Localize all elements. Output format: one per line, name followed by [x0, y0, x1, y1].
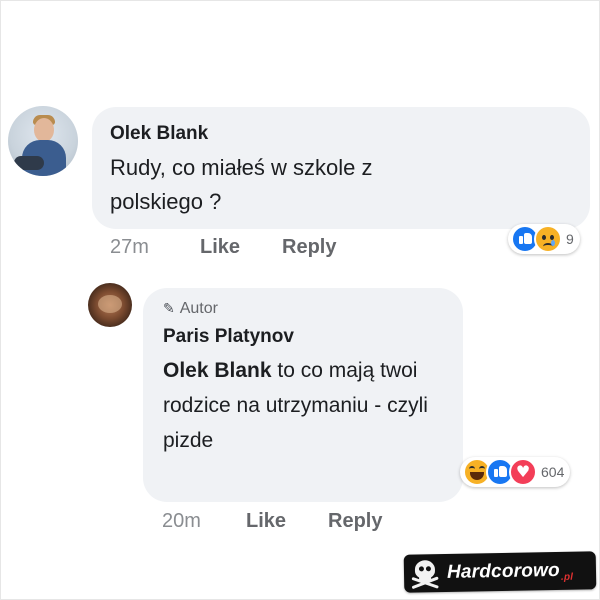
author-badge: ✎ Autor: [163, 300, 218, 318]
reaction-summary[interactable]: 9: [508, 224, 580, 254]
avatar-olek-blank[interactable]: [8, 106, 78, 176]
comment-timestamp[interactable]: 27m: [110, 236, 200, 259]
reply-author[interactable]: Paris Platynov: [163, 326, 294, 348]
author-badge-label: Autor: [179, 300, 218, 317]
comment-author[interactable]: Olek Blank: [110, 123, 208, 145]
reply-button[interactable]: Reply: [328, 510, 382, 533]
reaction-count: 9: [566, 231, 574, 247]
reply-actions: 20m Like Reply: [162, 510, 382, 533]
watermark-text: Hardcorowo.pl: [446, 559, 574, 583]
avatar-legs: [14, 156, 44, 170]
skull-icon: [411, 559, 439, 590]
mention-link[interactable]: Olek Blank: [163, 359, 272, 382]
avatar-face: [98, 295, 122, 313]
sad-icon: [534, 225, 562, 253]
reply-timestamp[interactable]: 20m: [162, 510, 246, 533]
comment-text: Rudy, co miałeś w szkole z polskiego ?: [110, 155, 373, 214]
like-button[interactable]: Like: [200, 236, 282, 259]
comment-bubble: Olek Blank Rudy, co miałeś w szkole z po…: [92, 107, 590, 229]
avatar-paris-platynov[interactable]: [88, 283, 132, 327]
watermark-logo: Hardcorowo.pl: [403, 551, 597, 593]
love-icon: [509, 458, 537, 486]
like-button[interactable]: Like: [246, 510, 328, 533]
reply-bubble: ✎ Autor Paris Platynov Olek Blank to co m…: [143, 288, 463, 502]
reaction-summary[interactable]: 604: [460, 457, 571, 487]
comment-actions: 27m Like Reply: [110, 236, 336, 259]
avatar-head: [34, 118, 54, 142]
reply-button[interactable]: Reply: [282, 236, 336, 259]
reply-text: Olek Blank to co mają twoi rodzice na ut…: [163, 353, 453, 458]
reaction-count: 604: [541, 464, 565, 480]
pencil-icon: ✎: [163, 300, 175, 316]
